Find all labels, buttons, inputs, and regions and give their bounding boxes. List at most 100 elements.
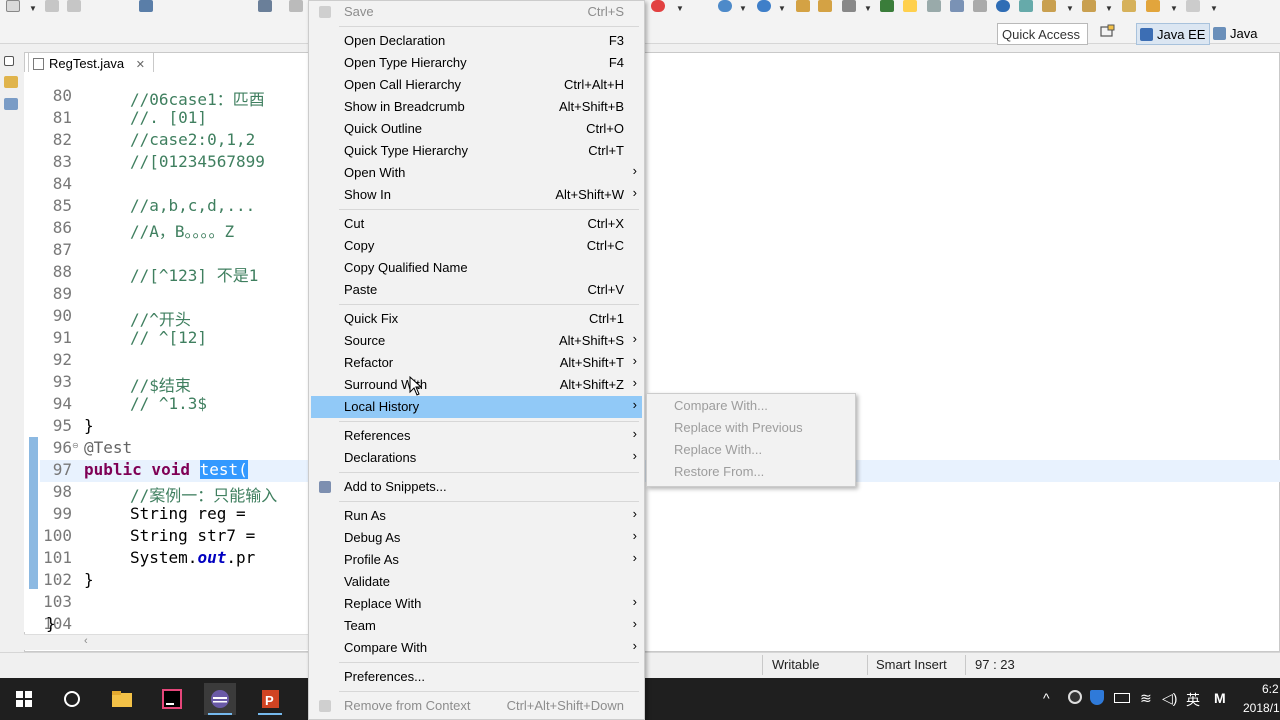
- cortana-icon[interactable]: [56, 683, 88, 715]
- code-line[interactable]: 91 // ^[12]: [40, 328, 1280, 350]
- menu-item-copy-qualified-name[interactable]: Copy Qualified Name: [311, 257, 642, 279]
- menu-item-quick-outline[interactable]: Quick Outline Ctrl+O: [311, 118, 642, 140]
- menu-item-debug-as[interactable]: Debug As ›: [311, 527, 642, 549]
- down-dropdown-icon[interactable]: ▼: [1066, 4, 1074, 13]
- code-line[interactable]: 81 //. [01]: [40, 108, 1280, 130]
- file-explorer-icon[interactable]: [106, 683, 138, 715]
- battery-icon[interactable]: [1114, 693, 1130, 703]
- close-icon[interactable]: ✕: [136, 59, 145, 71]
- menu-item-open-type-hierarchy[interactable]: Open Type Hierarchy F4: [311, 52, 642, 74]
- open-task-icon[interactable]: [818, 0, 832, 12]
- menu-item-open-declaration[interactable]: Open Declaration F3: [311, 30, 642, 52]
- menu-item-replace-with[interactable]: Replace With ›: [311, 593, 642, 615]
- code-line[interactable]: 90 //^开头: [40, 306, 1280, 329]
- link-icon[interactable]: [927, 0, 941, 12]
- intellij-icon[interactable]: [156, 683, 188, 715]
- web-icon[interactable]: [996, 0, 1010, 12]
- menu-item-refactor[interactable]: Refactor Alt+Shift+T ›: [311, 352, 642, 374]
- code-line[interactable]: 80 //06case1：匹酉: [40, 86, 1280, 109]
- windows-start-icon[interactable]: [8, 683, 40, 715]
- eclipse-icon[interactable]: [204, 683, 236, 715]
- console-icon[interactable]: [139, 0, 153, 12]
- globe-icon[interactable]: [757, 0, 771, 12]
- code-line[interactable]: 103: [40, 592, 1280, 614]
- open-type-icon[interactable]: [796, 0, 810, 12]
- menu-item-open-with[interactable]: Open With ›: [311, 162, 642, 184]
- shield-icon[interactable]: [1090, 690, 1104, 705]
- new-icon[interactable]: [6, 0, 20, 12]
- menu-item-declarations[interactable]: Declarations ›: [311, 447, 642, 469]
- perspective-java[interactable]: Java: [1210, 23, 1261, 45]
- paragraph-icon[interactable]: [973, 0, 987, 12]
- back-icon[interactable]: [1146, 0, 1160, 12]
- save-icon[interactable]: [45, 0, 59, 12]
- code-line[interactable]: 83 //[01234567899: [40, 152, 1280, 174]
- globe-dropdown-icon[interactable]: ▼: [778, 4, 786, 13]
- up-icon[interactable]: [1082, 0, 1096, 12]
- highlight-icon[interactable]: [903, 0, 917, 12]
- code-line[interactable]: 93 //$结束: [40, 372, 1280, 395]
- fold-icon[interactable]: ⊖: [72, 441, 79, 450]
- code-line[interactable]: 89: [40, 284, 1280, 306]
- pin-icon[interactable]: [880, 0, 894, 12]
- code-line[interactable]: 92: [40, 350, 1280, 372]
- restore-icon[interactable]: [4, 56, 14, 66]
- scroll-left-icon[interactable]: ‹: [84, 635, 88, 647]
- ime-mode-icon[interactable]: M: [1214, 690, 1226, 706]
- search-dropdown-icon[interactable]: ▼: [864, 4, 872, 13]
- back-dropdown-icon[interactable]: ▼: [1170, 4, 1178, 13]
- menu-item-validate[interactable]: Validate: [311, 571, 642, 593]
- menu-item-show-in-breadcrumb[interactable]: Show in Breadcrumb Alt+Shift+B: [311, 96, 642, 118]
- menu-item-copy[interactable]: Copy Ctrl+C: [311, 235, 642, 257]
- perspective-java-ee[interactable]: Java EE: [1136, 23, 1211, 45]
- code-line[interactable]: 87: [40, 240, 1280, 262]
- menu-item-surround-with[interactable]: Surround With Alt+Shift+Z ›: [311, 374, 642, 396]
- horizontal-scrollbar[interactable]: ‹: [24, 634, 310, 650]
- hierarchy-icon[interactable]: [4, 98, 18, 110]
- ime-indicator[interactable]: 英: [1186, 690, 1200, 710]
- menu-item-add-to-snippets[interactable]: Add to Snippets...: [311, 476, 642, 498]
- down-icon[interactable]: [1042, 0, 1056, 12]
- code-line[interactable]: 104}: [40, 614, 1280, 636]
- powerpoint-icon[interactable]: P: [254, 683, 286, 715]
- code-line[interactable]: 99 String reg =: [40, 504, 1280, 526]
- editor-tab[interactable]: RegTest.java ✕: [28, 52, 154, 72]
- menu-item-open-call-hierarchy[interactable]: Open Call Hierarchy Ctrl+Alt+H: [311, 74, 642, 96]
- last-edit-icon[interactable]: [1122, 0, 1136, 12]
- menu-item-cut[interactable]: Cut Ctrl+X: [311, 213, 642, 235]
- search-icon[interactable]: [842, 0, 856, 12]
- clock-date[interactable]: 2018/1: [1243, 701, 1280, 715]
- menu-item-compare-with[interactable]: Compare With ›: [311, 637, 642, 659]
- run-icon[interactable]: [289, 0, 303, 12]
- qq-icon[interactable]: [1068, 690, 1082, 704]
- up-dropdown-icon[interactable]: ▼: [1105, 4, 1113, 13]
- quick-access-field[interactable]: Quick Access: [997, 23, 1088, 45]
- menu-item-quick-type-hierarchy[interactable]: Quick Type Hierarchy Ctrl+T: [311, 140, 642, 162]
- debug-tool-icon[interactable]: [258, 0, 272, 12]
- menu-item-run-as[interactable]: Run As ›: [311, 505, 642, 527]
- new-dropdown-icon[interactable]: ▼: [29, 4, 37, 13]
- volume-icon[interactable]: ◁): [1162, 690, 1177, 707]
- menu-item-local-history[interactable]: Local History ›: [311, 396, 642, 418]
- code-line[interactable]: 84: [40, 174, 1280, 196]
- next-annotation-icon[interactable]: [1019, 0, 1033, 12]
- code-line[interactable]: 86 //A，B。。。。Z: [40, 218, 1280, 241]
- wifi-icon[interactable]: ≋: [1140, 690, 1152, 707]
- gear-dropdown-icon[interactable]: ▼: [739, 4, 747, 13]
- code-line[interactable]: 82 //case2:0,1,2: [40, 130, 1280, 152]
- code-line[interactable]: 88 //[^123] 不是1: [40, 262, 1280, 285]
- clock-time[interactable]: 6:2: [1262, 682, 1279, 696]
- tray-expand-icon[interactable]: ^: [1043, 690, 1050, 706]
- package-explorer-icon[interactable]: [4, 76, 18, 88]
- forward-icon[interactable]: [1186, 0, 1200, 12]
- menu-item-profile-as[interactable]: Profile As ›: [311, 549, 642, 571]
- new-server-icon[interactable]: [651, 0, 665, 12]
- server-dropdown-icon[interactable]: ▼: [676, 4, 684, 13]
- gear-icon[interactable]: [718, 0, 732, 12]
- menu-item-references[interactable]: References ›: [311, 425, 642, 447]
- forward-dropdown-icon[interactable]: ▼: [1210, 4, 1218, 13]
- code-line[interactable]: 101System.out.pr cher(str7).matches());: [40, 548, 1280, 570]
- code-line[interactable]: 102}: [40, 570, 1280, 592]
- menu-item-quick-fix[interactable]: Quick Fix Ctrl+1: [311, 308, 642, 330]
- open-perspective-icon[interactable]: [1099, 24, 1124, 44]
